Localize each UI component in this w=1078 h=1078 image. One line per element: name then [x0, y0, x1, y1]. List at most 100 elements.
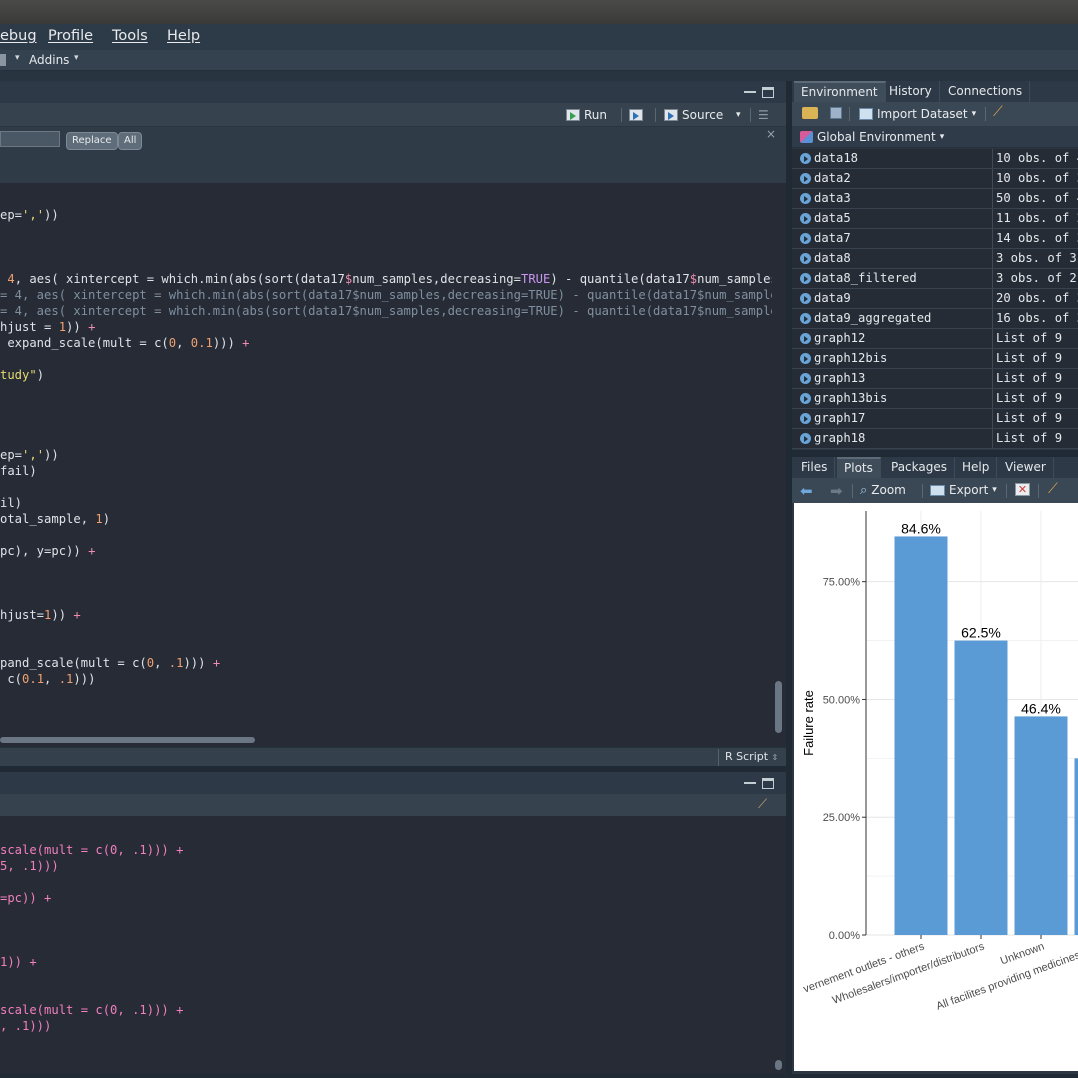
broom-icon[interactable]: ⟋ — [758, 797, 767, 812]
broom-icon[interactable]: ⟋ — [1048, 481, 1058, 497]
addins-button[interactable]: Addins — [29, 53, 69, 67]
code-line[interactable]: = 4, aes( xintercept = which.min(abs(sor… — [0, 287, 772, 303]
maximize-icon[interactable] — [762, 87, 774, 98]
environment-row[interactable]: data2 10 obs. of 3 — [792, 169, 1078, 189]
expand-arrow-icon[interactable] — [800, 213, 811, 224]
code-token: ',' — [22, 448, 45, 462]
replace-all-button[interactable]: All — [118, 132, 143, 150]
chevron-down-icon[interactable]: ▾ — [15, 53, 20, 63]
code-line[interactable]: expand_scale(mult = c(0, 0.1))) + — [0, 335, 249, 351]
environment-row[interactable]: graph17 List of 9 — [792, 409, 1078, 429]
open-folder-icon[interactable] — [802, 107, 818, 119]
environment-row[interactable]: data8 3 obs. of 3 — [792, 249, 1078, 269]
tab-connections[interactable]: Connections — [941, 81, 1031, 102]
menu-tools[interactable]: Tools — [112, 28, 148, 44]
export-button[interactable]: Export ▾ — [930, 482, 997, 498]
tab-packages[interactable]: Packages — [884, 457, 955, 478]
code-area[interactable]: ep=',')) 4, aes( xintercept = which.min(… — [0, 183, 772, 733]
file-type-selector[interactable]: R Script ⇕ — [718, 749, 778, 766]
chevron-down-icon[interactable]: ▾ — [736, 107, 741, 123]
menu-debug[interactable]: ebug — [0, 28, 37, 44]
expand-arrow-icon[interactable] — [800, 153, 811, 164]
rerun-button[interactable] — [629, 107, 643, 123]
expand-arrow-icon[interactable] — [800, 253, 811, 264]
global-environment-selector[interactable]: Global Environment ▾ — [800, 129, 944, 145]
tab-help[interactable]: Help — [955, 457, 998, 478]
minimize-icon[interactable] — [744, 781, 756, 784]
expand-arrow-icon[interactable] — [800, 353, 811, 364]
code-line[interactable]: ep=',')) — [0, 447, 59, 463]
environment-row[interactable]: graph12 List of 9 — [792, 329, 1078, 349]
broom-icon[interactable]: ⟋ — [993, 104, 1003, 120]
tab-viewer[interactable]: Viewer — [998, 457, 1054, 478]
environment-row[interactable]: data5 11 obs. of 2 — [792, 209, 1078, 229]
expand-arrow-icon[interactable] — [800, 193, 811, 204]
environment-row[interactable]: data3 50 obs. of 4 — [792, 189, 1078, 209]
maximize-icon[interactable] — [762, 778, 774, 789]
grid-icon[interactable] — [0, 54, 6, 66]
expand-arrow-icon[interactable] — [800, 273, 811, 284]
outline-icon[interactable]: ☰ — [758, 107, 769, 123]
environment-row[interactable]: data9_aggregated 16 obs. of 3 — [792, 309, 1078, 329]
remove-plot-icon[interactable]: ✕ — [1015, 483, 1030, 496]
environment-row[interactable]: graph12bis List of 9 — [792, 349, 1078, 369]
environment-row[interactable]: graph13 List of 9 — [792, 369, 1078, 389]
expand-arrow-icon[interactable] — [800, 173, 811, 184]
code-token: ))) — [183, 656, 213, 670]
zoom-button[interactable]: ⌕ Zoom — [860, 482, 906, 498]
code-line[interactable]: 4, aes( xintercept = which.min(abs(sort(… — [0, 271, 772, 287]
scroll-thumb[interactable] — [775, 681, 782, 733]
pane-splitter[interactable] — [792, 450, 1078, 457]
pane-gap — [0, 71, 1078, 81]
import-dataset-button[interactable]: Import Dataset ▾ — [859, 106, 976, 122]
minimize-icon[interactable] — [744, 90, 756, 93]
code-token: expand_scale(mult = c( — [0, 336, 169, 350]
console-output[interactable]: scale(mult = c(0, .1))) + 5, .1))) =pc)) +… — [0, 838, 772, 1074]
code-line[interactable]: hjust = 1)) + — [0, 319, 95, 335]
arrow-right-icon[interactable]: ➡ — [830, 482, 843, 500]
scroll-thumb[interactable] — [0, 737, 255, 743]
code-line[interactable]: c(0.1, .1))) — [0, 671, 95, 687]
console-vertical-scrollbar[interactable] — [772, 816, 786, 1074]
arrow-left-icon[interactable]: ⬅ — [800, 482, 813, 500]
replace-input[interactable] — [0, 131, 60, 147]
expand-arrow-icon[interactable] — [800, 313, 811, 324]
replace-button[interactable]: Replace — [66, 132, 118, 150]
run-button[interactable]: Run — [566, 107, 607, 123]
code-line[interactable]: fail) — [0, 463, 37, 479]
editor-vertical-scrollbar[interactable] — [772, 183, 786, 733]
expand-arrow-icon[interactable] — [800, 373, 811, 384]
editor-horizontal-scrollbar[interactable] — [0, 733, 772, 747]
expand-arrow-icon[interactable] — [800, 413, 811, 424]
tab-plots[interactable]: Plots — [837, 457, 881, 478]
expand-arrow-icon[interactable] — [800, 433, 811, 444]
expand-arrow-icon[interactable] — [800, 233, 811, 244]
chevron-down-icon[interactable]: ▾ — [74, 53, 79, 63]
environment-row[interactable]: graph13bis List of 9 — [792, 389, 1078, 409]
code-line[interactable]: = 4, aes( xintercept = which.min(abs(sor… — [0, 303, 772, 319]
code-line[interactable]: pand_scale(mult = c(0, .1))) + — [0, 655, 220, 671]
environment-row[interactable]: data9 20 obs. of 3 — [792, 289, 1078, 309]
tab-environment[interactable]: Environment — [794, 81, 886, 102]
environment-row[interactable]: data8_filtered 3 obs. of 2 — [792, 269, 1078, 289]
source-button[interactable]: Source — [664, 107, 723, 123]
code-line[interactable]: il) — [0, 495, 22, 511]
close-icon[interactable]: × — [766, 127, 776, 141]
menu-help[interactable]: Help — [167, 28, 200, 44]
expand-arrow-icon[interactable] — [800, 333, 811, 344]
environment-row[interactable]: data18 10 obs. of 4 — [792, 149, 1078, 169]
code-line[interactable]: hjust=1)) + — [0, 607, 81, 623]
expand-arrow-icon[interactable] — [800, 393, 811, 404]
environment-row[interactable]: graph18 List of 9 — [792, 429, 1078, 449]
tab-history[interactable]: History — [882, 81, 940, 102]
code-line[interactable]: ep=',')) — [0, 207, 59, 223]
environment-row[interactable]: data7 14 obs. of 3 — [792, 229, 1078, 249]
code-line[interactable]: tudy") — [0, 367, 44, 383]
expand-arrow-icon[interactable] — [800, 293, 811, 304]
tab-files[interactable]: Files — [794, 457, 836, 478]
save-icon[interactable] — [830, 107, 842, 119]
code-line[interactable]: otal_sample, 1) — [0, 511, 110, 527]
menu-profile[interactable]: Profile — [48, 28, 93, 44]
scroll-thumb[interactable] — [775, 1060, 782, 1070]
code-line[interactable]: pc), y=pc)) + — [0, 543, 95, 559]
